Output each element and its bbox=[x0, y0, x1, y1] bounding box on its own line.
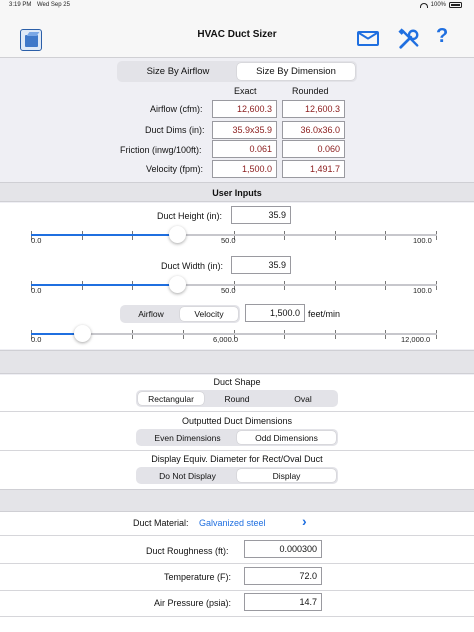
status-time: 3:19 PM bbox=[9, 2, 32, 8]
velocity-max-label: 12,000.0 bbox=[401, 335, 431, 344]
output-dims-title: Outputted Duct Dimensions bbox=[181, 416, 293, 426]
velocity-mid-label: 6,000.0 bbox=[213, 335, 239, 344]
duct-height-max-label: 100.0 bbox=[413, 236, 432, 245]
col-rounded-header: Rounded bbox=[292, 86, 329, 96]
tab-airflow[interactable]: Airflow bbox=[122, 307, 180, 321]
duct-width-min-label: 0.0 bbox=[31, 286, 42, 295]
velocity-rounded-value: 1,491.7 bbox=[282, 160, 345, 178]
tab-velocity[interactable]: Velocity bbox=[180, 307, 238, 321]
divider bbox=[0, 450, 474, 451]
duct-shape-title: Duct Shape bbox=[213, 377, 261, 387]
option-odd-dimensions[interactable]: Odd Dimensions bbox=[237, 431, 336, 444]
tab-size-by-airflow[interactable]: Size By Airflow bbox=[119, 63, 237, 80]
duct-roughness-label: Duct Roughness (ft): bbox=[146, 546, 229, 556]
status-right: 100% bbox=[419, 2, 462, 8]
duct-height-min-label: 0.0 bbox=[31, 236, 42, 245]
duct-width-slider-thumb[interactable] bbox=[168, 276, 186, 293]
airflow-exact-value: 12,600.3 bbox=[212, 100, 277, 118]
navigation-bar: HVAC Duct Sizer ? bbox=[0, 10, 474, 58]
duct-material-value[interactable]: Galvanized steel bbox=[199, 518, 266, 528]
duct-height-label: Duct Height (in): bbox=[157, 211, 223, 221]
duct-height-slider-thumb[interactable] bbox=[168, 226, 186, 243]
velocity-input[interactable]: 1,500.0 bbox=[245, 304, 305, 322]
mail-icon[interactable] bbox=[357, 31, 379, 46]
section-separator bbox=[0, 350, 474, 374]
battery-icon bbox=[449, 2, 462, 8]
user-inputs-title: User Inputs bbox=[212, 188, 262, 198]
divider bbox=[0, 590, 474, 591]
velocity-min-label: 0.0 bbox=[31, 335, 42, 344]
divider bbox=[0, 411, 474, 412]
velocity-slider-thumb[interactable] bbox=[73, 325, 91, 342]
duct-height-input[interactable]: 35.9 bbox=[231, 206, 291, 224]
section-separator bbox=[0, 489, 474, 512]
divider bbox=[0, 535, 474, 536]
duct-dims-rounded-value: 36.0x36.0 bbox=[282, 121, 345, 139]
friction-rounded-value: 0.060 bbox=[282, 140, 345, 158]
equiv-diameter-segmented-control[interactable]: Do Not Display Display bbox=[136, 467, 338, 484]
air-pressure-input[interactable]: 14.7 bbox=[244, 593, 322, 611]
option-even-dimensions[interactable]: Even Dimensions bbox=[138, 431, 237, 444]
mode-segmented-control[interactable]: Size By Airflow Size By Dimension bbox=[117, 61, 357, 82]
duct-width-input[interactable]: 35.9 bbox=[231, 256, 291, 274]
tab-size-by-dimension[interactable]: Size By Dimension bbox=[237, 63, 355, 80]
duct-width-mid-label: 50.0 bbox=[221, 286, 236, 295]
col-exact-header: Exact bbox=[234, 86, 257, 96]
divider bbox=[0, 563, 474, 564]
equiv-diameter-title: Display Equiv. Diameter for Rect/Oval Du… bbox=[151, 454, 323, 464]
status-bar: 3:19 PM Wed Sep 25 100% bbox=[0, 0, 474, 10]
tools-icon[interactable] bbox=[398, 27, 420, 51]
duct-dims-label: Duct Dims (in): bbox=[145, 125, 205, 135]
duct-height-mid-label: 50.0 bbox=[221, 236, 236, 245]
velocity-unit: feet/min bbox=[308, 309, 341, 319]
output-dims-segmented-control[interactable]: Even Dimensions Odd Dimensions bbox=[136, 429, 338, 446]
temperature-input[interactable]: 72.0 bbox=[244, 567, 322, 585]
option-display[interactable]: Display bbox=[237, 469, 336, 482]
flow-mode-segmented-control[interactable]: Airflow Velocity bbox=[120, 305, 240, 323]
duct-material-label: Duct Material: bbox=[133, 518, 189, 528]
wifi-icon bbox=[419, 2, 428, 8]
option-rectangular[interactable]: Rectangular bbox=[138, 392, 204, 405]
duct-width-max-label: 100.0 bbox=[413, 286, 432, 295]
velocity-label: Velocity (fpm): bbox=[146, 164, 204, 174]
duct-dims-exact-value: 35.9x35.9 bbox=[212, 121, 277, 139]
friction-exact-value: 0.061 bbox=[212, 140, 277, 158]
option-round[interactable]: Round bbox=[204, 392, 270, 405]
airflow-label: Airflow (cfm): bbox=[150, 104, 203, 114]
duct-width-label: Duct Width (in): bbox=[161, 261, 224, 271]
chevron-right-icon[interactable]: › bbox=[302, 513, 307, 529]
battery-percent: 100% bbox=[430, 2, 446, 8]
divider bbox=[0, 616, 474, 617]
duct-shape-segmented-control[interactable]: Rectangular Round Oval bbox=[136, 390, 338, 407]
option-do-not-display[interactable]: Do Not Display bbox=[138, 469, 237, 482]
temperature-label: Temperature (F): bbox=[164, 572, 232, 582]
option-oval[interactable]: Oval bbox=[270, 392, 336, 405]
status-date: Wed Sep 25 bbox=[37, 2, 70, 8]
air-pressure-label: Air Pressure (psia): bbox=[154, 598, 232, 608]
airflow-rounded-value: 12,600.3 bbox=[282, 100, 345, 118]
duct-roughness-input[interactable]: 0.000300 bbox=[244, 540, 322, 558]
help-icon[interactable]: ? bbox=[436, 25, 448, 48]
friction-label: Friction (inwg/100ft): bbox=[120, 145, 202, 155]
velocity-exact-value: 1,500.0 bbox=[212, 160, 277, 178]
properties-section bbox=[0, 512, 474, 632]
